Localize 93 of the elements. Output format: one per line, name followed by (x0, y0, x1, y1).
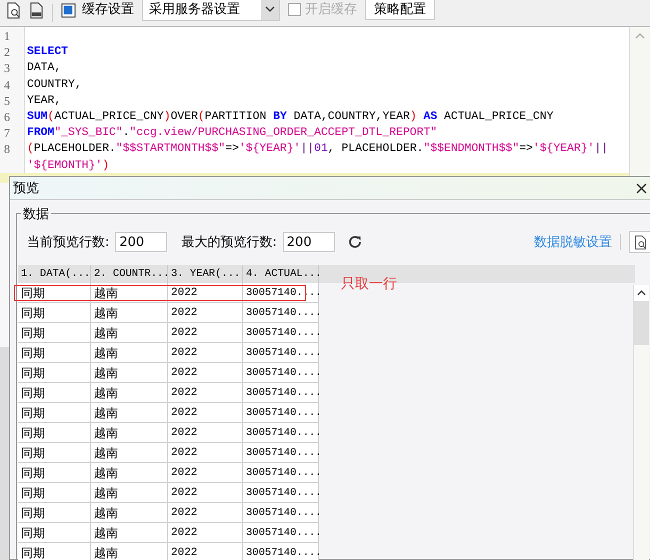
table-cell: 同期 (18, 363, 91, 383)
table-cell: 同期 (18, 383, 91, 403)
table-cell: 30057140.... (243, 403, 319, 423)
table-cell: 同期 (18, 483, 91, 503)
table-cell: 同期 (18, 423, 91, 443)
scrollbar[interactable] (633, 285, 649, 560)
code-line: (PLACEHOLDER."$$STARTMONTH$$"=>'${YEAR}'||01, PLACEHOLDER."$$ENDMONTH$$"=>'${YEAR}'|| (27, 142, 608, 158)
table-cell: 同期 (18, 303, 91, 323)
table-cell: 30057140.... (243, 483, 319, 503)
line-number: 1 (4, 29, 10, 43)
table-cell: 2022 (168, 363, 243, 383)
max-rows-field[interactable]: 200 (282, 232, 335, 252)
table-cell: 2022 (168, 383, 243, 403)
table-cell: 越南 (91, 443, 168, 463)
cache-select[interactable]: 采用服务器设置 (142, 0, 280, 21)
table-cell: 越南 (91, 343, 168, 363)
table-cell: 2022 (168, 403, 243, 423)
table-cell: 越南 (91, 523, 168, 543)
code-line: SELECT (27, 45, 68, 60)
table-cell: 30057140.... (243, 303, 319, 323)
table-cell: 2022 (168, 463, 243, 483)
table-cell: 30057140.... (243, 343, 319, 363)
table-cell: 2022 (168, 283, 243, 303)
current-rows-label: 当前预览行数: (27, 234, 110, 251)
table-cell: 同期 (18, 323, 91, 343)
code-line: SUM(ACTUAL_PRICE_CNY)OVER(PARTITION BY DATA,COUNTRY,YEAR) AS ACTUAL_PRICE_CNY (27, 110, 554, 125)
table-cell: 越南 (91, 283, 168, 303)
code-line: '${EMONTH}') (27, 158, 110, 174)
table-cell: 同期 (18, 463, 91, 483)
code-line: COUNTRY, (27, 78, 82, 93)
table-cell: 同期 (18, 503, 91, 523)
enable-cache-label: 开启缓存 (305, 1, 357, 18)
table-cell: 2022 (168, 523, 243, 543)
table-cell: 越南 (91, 403, 168, 423)
table-cell: 越南 (91, 303, 168, 323)
line-number: 7 (4, 126, 10, 140)
table-cell: 30057140.... (243, 523, 319, 543)
table-cell: 越南 (91, 383, 168, 403)
table-cell: 越南 (91, 483, 168, 503)
table-cell: 2022 (168, 503, 243, 523)
table-cell: 越南 (91, 423, 168, 443)
table-cell: 30057140.... (243, 423, 319, 443)
caret-icon (265, 6, 275, 12)
current-rows-field[interactable]: 200 (115, 232, 168, 252)
table-cell: 30057140.... (243, 363, 319, 383)
table-cell: 30057140.... (243, 323, 319, 343)
table-cell: 2022 (168, 343, 243, 363)
table-cell: 2022 (168, 543, 243, 560)
sql-file-icon[interactable] (29, 2, 44, 18)
table-cell: 2022 (168, 443, 243, 463)
table-cell: 30057140.... (243, 503, 319, 523)
strategy-config-button[interactable]: 策略配置 (365, 0, 435, 20)
table-cell: 越南 (91, 363, 168, 383)
table-cell: 同期 (18, 283, 91, 303)
line-number: 2 (4, 45, 10, 60)
table-cell: 2022 (168, 303, 243, 323)
annotation-text: 只取一行 (341, 275, 397, 293)
line-number: 8 (4, 142, 10, 156)
refresh-icon[interactable] (346, 234, 363, 250)
code-line: FROM"_SYS_BIC"."ccg.view/PURCHASING_ORDER_ACCEPT_DTL_REPORT" (27, 126, 438, 142)
document-search-icon[interactable] (6, 2, 21, 18)
table-cell: 越南 (91, 503, 168, 523)
table-cell: 30057140.... (243, 443, 319, 463)
table-cell: 同期 (18, 443, 91, 463)
table-cell: 越南 (91, 323, 168, 343)
table-cell: 同期 (18, 403, 91, 423)
line-number: 6 (4, 110, 10, 124)
table-cell: 2022 (168, 323, 243, 343)
preview-button[interactable] (629, 231, 650, 253)
table-cell: 30057140.... (243, 383, 319, 403)
table-cell: 同期 (18, 523, 91, 543)
document-search-icon (634, 234, 646, 250)
table-cell: 越南 (91, 463, 168, 483)
close-icon[interactable] (636, 182, 647, 194)
code-line: YEAR, (27, 94, 62, 109)
dialog-title: 预览 (12, 180, 40, 197)
table-cell: 30057140.... (243, 463, 319, 483)
group-label: 数据 (21, 205, 51, 223)
line-number: 3 (4, 61, 10, 76)
code-line: DATA, (27, 61, 62, 76)
scroll-thumb[interactable] (634, 301, 649, 345)
table-cell: 2022 (168, 483, 243, 503)
line-number: 5 (4, 94, 10, 108)
line-number: 4 (4, 78, 10, 92)
cache-icon[interactable] (61, 2, 76, 18)
table-cell: 同期 (18, 343, 91, 363)
table-cell: 2022 (168, 423, 243, 443)
max-rows-label: 最大的预览行数: (181, 234, 277, 251)
table-cell: 30057140.... (243, 543, 319, 560)
scroll-up-icon[interactable] (637, 290, 646, 296)
cache-settings-label: 缓存设置 (82, 1, 134, 18)
table-cell: 同期 (18, 543, 91, 560)
table-cell: 越南 (91, 543, 168, 560)
